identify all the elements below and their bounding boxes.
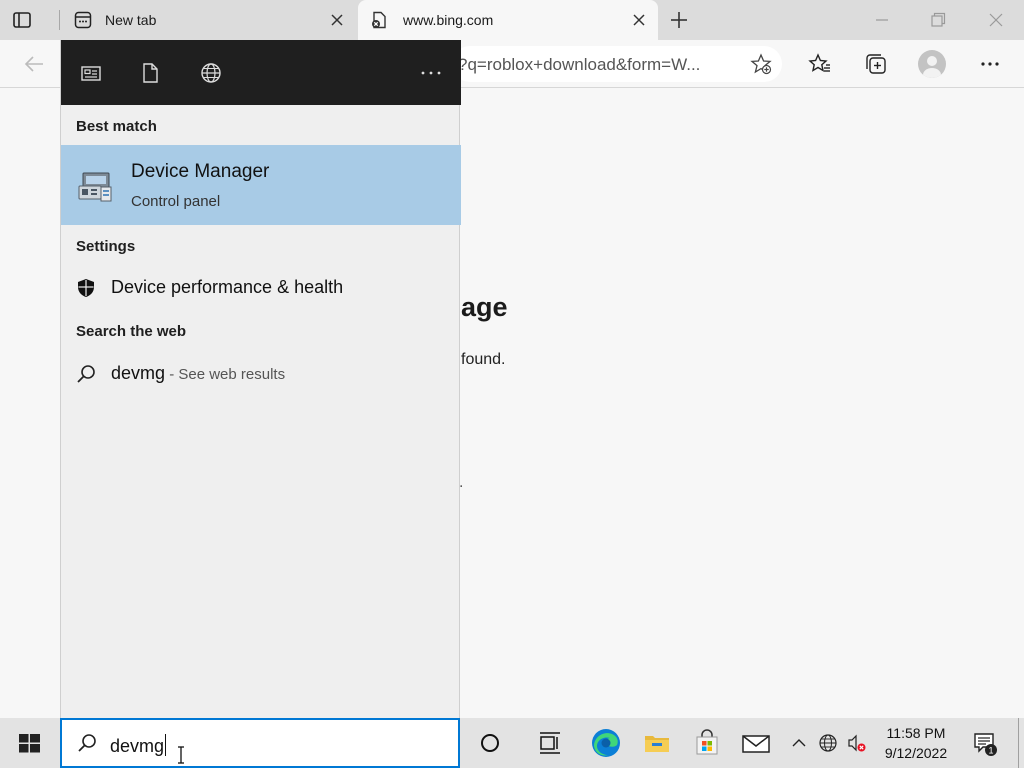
close-icon[interactable] bbox=[328, 11, 346, 29]
address-url: ?q=roblox+download&form=W... bbox=[458, 55, 701, 74]
collections-icon[interactable] bbox=[864, 52, 888, 76]
best-match-device-manager[interactable]: Device Manager Control panel bbox=[61, 145, 461, 225]
profile-avatar[interactable] bbox=[918, 50, 946, 78]
shield-icon bbox=[78, 279, 94, 297]
show-hidden-icons-chevron-icon[interactable] bbox=[789, 733, 809, 753]
documents-filter-icon[interactable] bbox=[139, 62, 161, 84]
new-tab-plus-icon[interactable] bbox=[668, 9, 690, 31]
search-input[interactable]: devmg bbox=[110, 734, 166, 757]
restore-icon[interactable] bbox=[926, 8, 950, 32]
action-center-button[interactable]: 1 bbox=[972, 731, 998, 757]
windows-start-icon[interactable] bbox=[0, 718, 60, 768]
apps-filter-icon[interactable] bbox=[80, 62, 102, 84]
show-desktop-button[interactable] bbox=[1018, 718, 1019, 768]
favorites-icon[interactable] bbox=[808, 52, 832, 76]
microsoft-store-icon[interactable] bbox=[693, 729, 721, 757]
more-options-icon[interactable] bbox=[978, 52, 1002, 76]
best-match-name: Device Manager bbox=[131, 161, 270, 182]
web-result-text: devmg - See web results bbox=[111, 363, 285, 384]
web-filter-globe-icon[interactable] bbox=[200, 62, 222, 84]
search-web-heading: Search the web bbox=[76, 323, 187, 340]
page-error-favicon-icon bbox=[372, 11, 386, 29]
file-explorer-icon[interactable] bbox=[643, 729, 671, 757]
system-clock[interactable]: 11:58 PM 9/12/2022 bbox=[878, 723, 954, 763]
back-arrow-icon[interactable] bbox=[22, 52, 46, 76]
clock-time: 11:58 PM bbox=[886, 725, 946, 741]
mail-icon[interactable] bbox=[741, 729, 771, 757]
device-manager-icon bbox=[78, 172, 112, 202]
close-icon[interactable] bbox=[630, 11, 648, 29]
start-search-panel: Best match Device Manager Control panel … bbox=[60, 40, 461, 718]
volume-muted-icon[interactable] bbox=[846, 733, 866, 753]
clock-date: 9/12/2022 bbox=[884, 745, 948, 761]
edge-browser-icon[interactable] bbox=[590, 727, 622, 759]
page-heading-fragment: age bbox=[461, 292, 508, 322]
browser-tab-strip: New tab www.bing.com bbox=[0, 0, 1024, 40]
tab-actions-icon[interactable] bbox=[12, 10, 32, 30]
cortana-icon[interactable] bbox=[476, 729, 504, 757]
web-query: devmg bbox=[111, 363, 166, 383]
setting-device-performance-health[interactable]: Device performance & health bbox=[61, 268, 461, 308]
text-cursor-icon bbox=[178, 746, 184, 764]
best-match-subtitle: Control panel bbox=[131, 193, 221, 210]
settings-heading: Settings bbox=[76, 238, 136, 255]
page-text-fragment: found. bbox=[461, 351, 506, 368]
best-match-heading: Best match bbox=[76, 118, 157, 135]
web-search-result[interactable]: devmg - See web results bbox=[61, 354, 461, 394]
more-ellipsis-icon[interactable] bbox=[419, 62, 443, 84]
search-icon bbox=[78, 734, 96, 752]
network-globe-icon[interactable] bbox=[818, 733, 838, 753]
window-close-icon[interactable] bbox=[984, 8, 1008, 32]
notification-icon: 1 bbox=[974, 733, 997, 756]
tab-title: www.bing.com bbox=[403, 12, 494, 28]
user-icon bbox=[923, 56, 941, 78]
address-bar[interactable]: ?q=roblox+download&form=W... bbox=[452, 46, 782, 82]
setting-label: Device performance & health bbox=[111, 277, 344, 297]
search-icon bbox=[77, 365, 95, 383]
task-view-icon[interactable] bbox=[536, 729, 564, 757]
search-filter-bar bbox=[61, 40, 461, 105]
tab-bing[interactable]: www.bing.com bbox=[358, 0, 658, 40]
taskbar: devmg 11:58 PM 9/12/2022 1 bbox=[0, 718, 1024, 768]
web-result-hint: - See web results bbox=[165, 366, 286, 383]
taskbar-search-box[interactable]: devmg bbox=[60, 718, 460, 768]
add-favorite-icon[interactable] bbox=[750, 53, 772, 75]
minimize-icon[interactable] bbox=[870, 8, 894, 32]
new-tab-favicon-icon bbox=[74, 11, 92, 29]
tab-title: New tab bbox=[105, 12, 157, 28]
notification-count: 1 bbox=[988, 746, 993, 756]
tab-new-tab[interactable]: New tab bbox=[60, 0, 356, 40]
